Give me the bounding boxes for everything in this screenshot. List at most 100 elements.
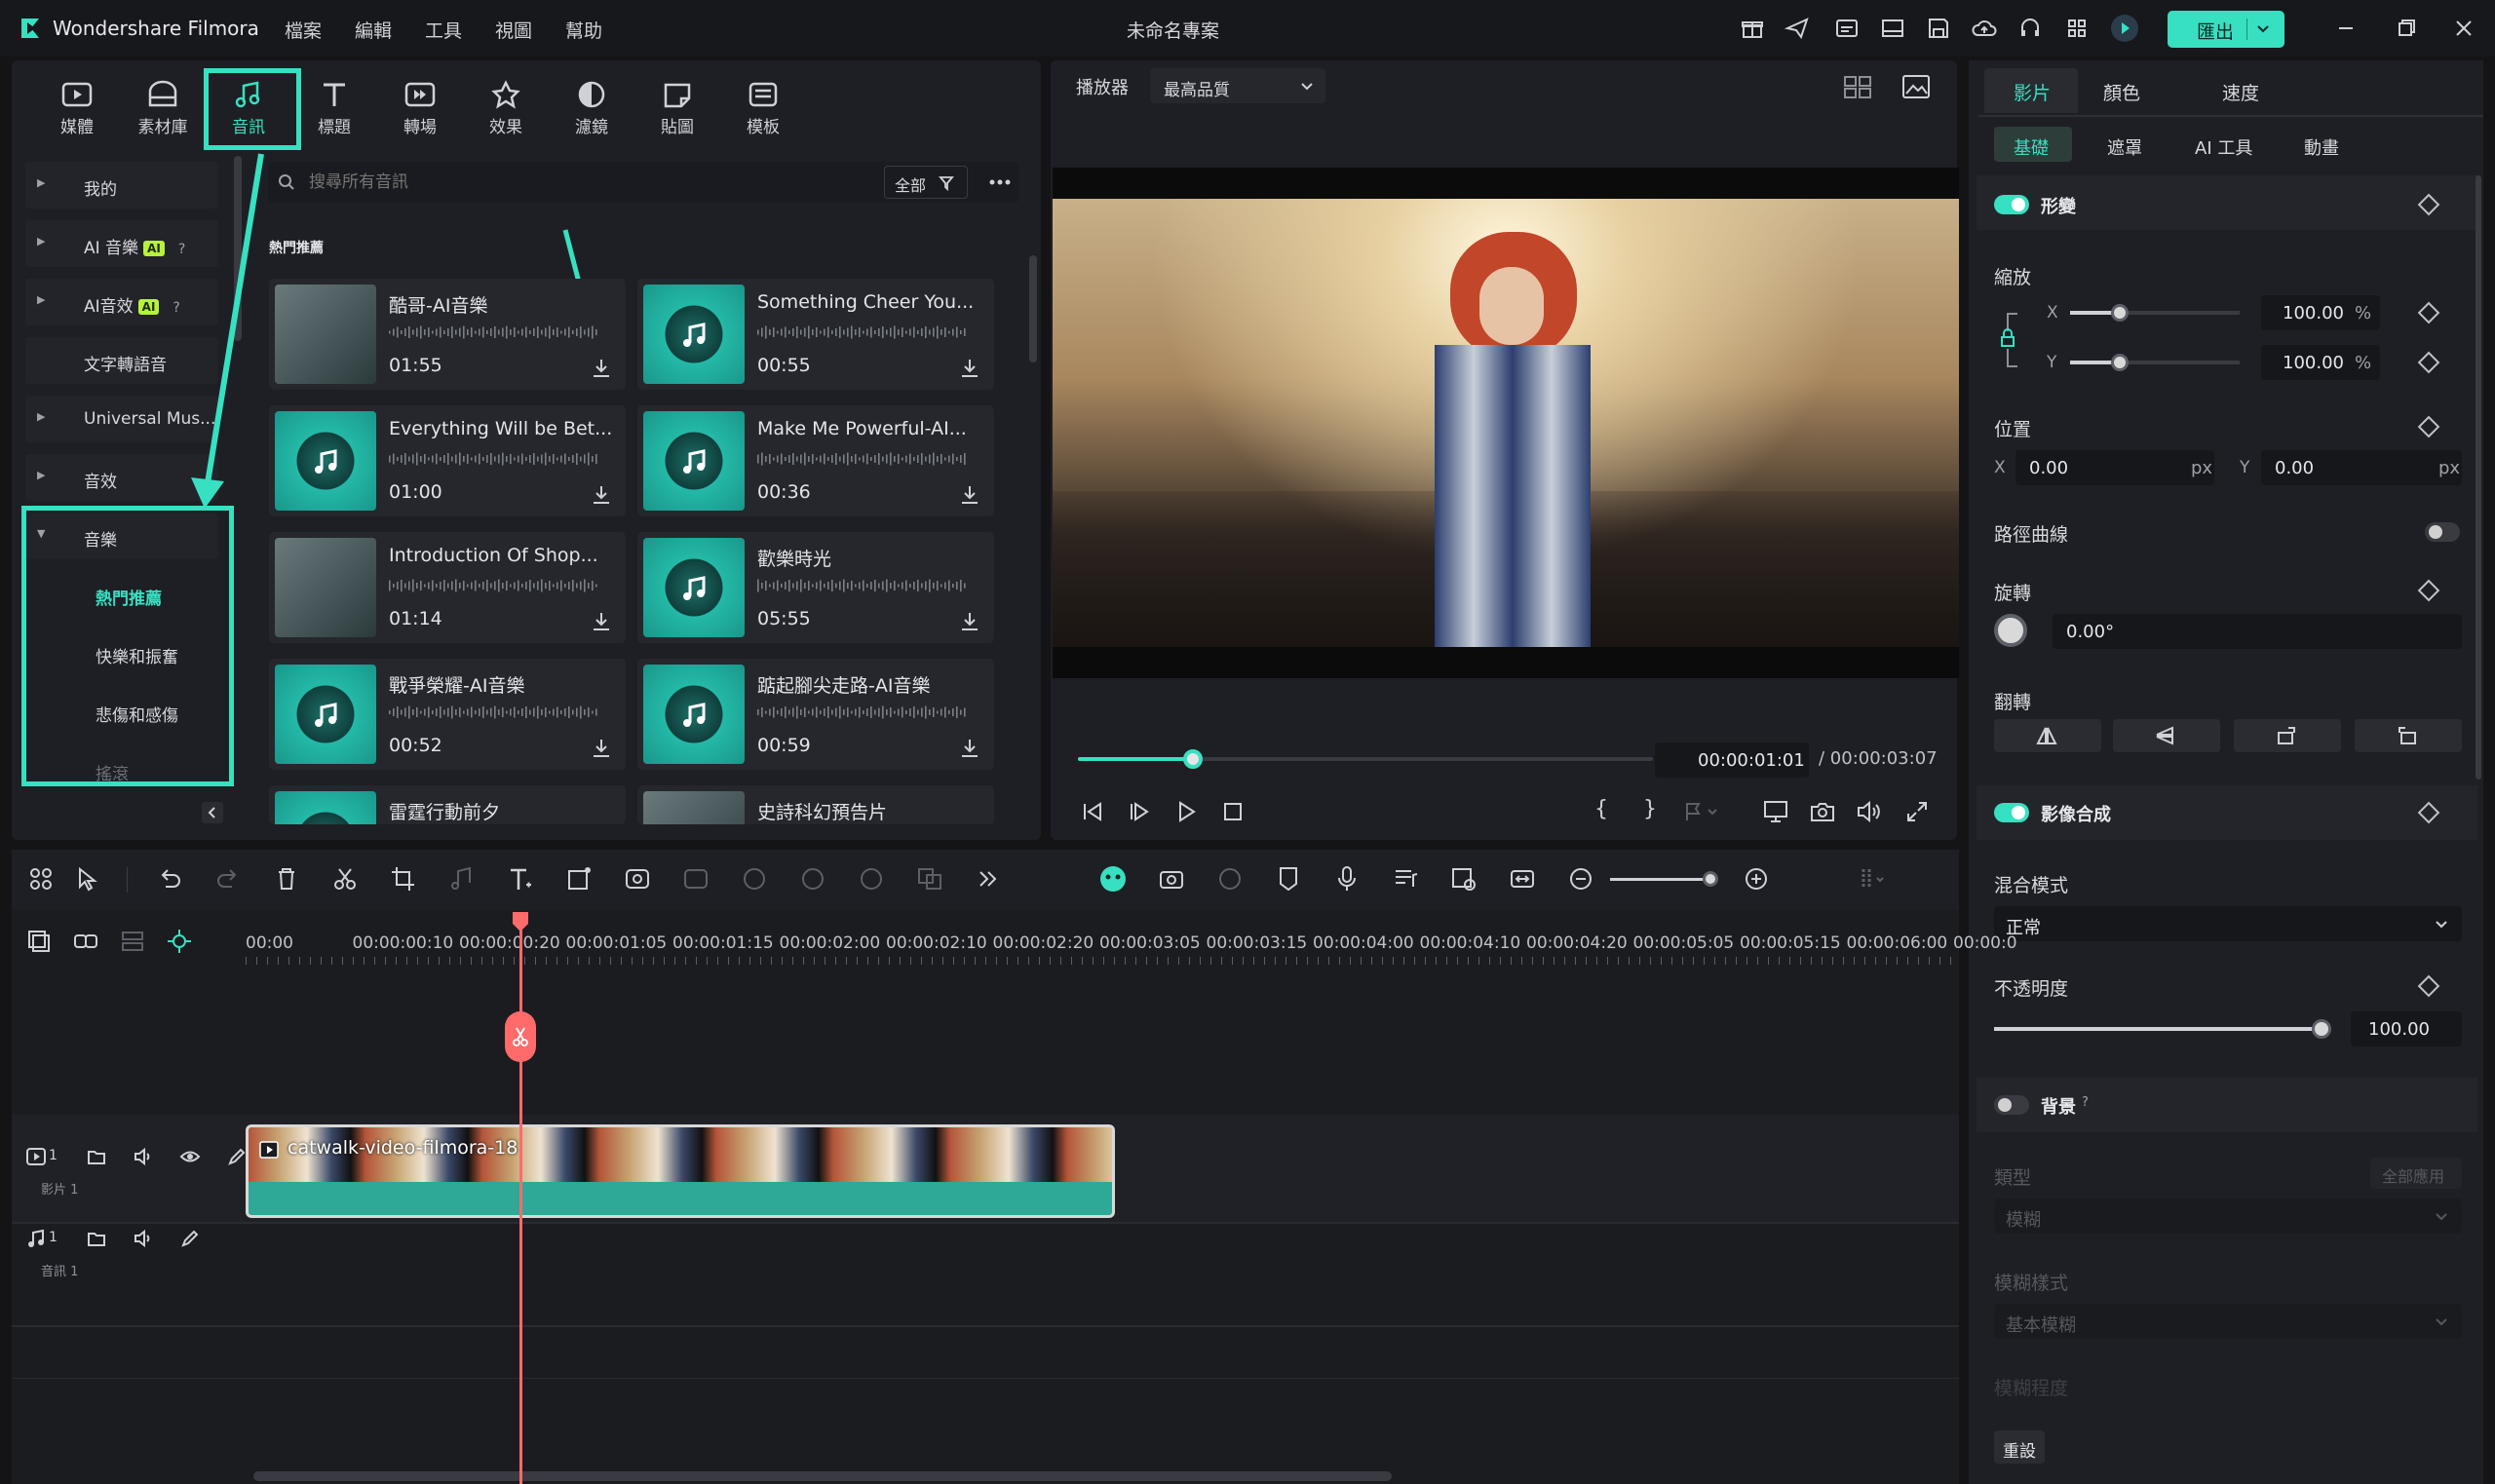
menu-view[interactable]: 視圖 xyxy=(495,17,532,43)
close-icon[interactable] xyxy=(2449,14,2478,43)
menu-file[interactable]: 檔案 xyxy=(285,17,322,43)
eye-icon[interactable] xyxy=(179,1146,201,1167)
opacity-knob[interactable] xyxy=(2312,1019,2331,1039)
previous-frame-icon[interactable] xyxy=(1080,799,1105,824)
playhead-handle-icon[interactable] xyxy=(511,910,530,933)
split-at-playhead-button[interactable] xyxy=(505,1011,536,1062)
chevron-down-icon[interactable] xyxy=(2255,21,2271,37)
flip-vertical-button[interactable] xyxy=(2113,719,2220,752)
export-button[interactable]: 匯出 xyxy=(2168,11,2284,48)
play-icon[interactable] xyxy=(1173,799,1199,824)
avatar[interactable] xyxy=(2110,14,2139,43)
marker-icon[interactable] xyxy=(1273,863,1304,894)
stop-icon[interactable] xyxy=(1220,799,1246,824)
download-icon[interactable] xyxy=(591,357,612,380)
props-tab-color[interactable]: 顏色 xyxy=(2103,79,2140,105)
crop-icon[interactable] xyxy=(388,863,419,894)
scissors-icon[interactable] xyxy=(329,863,361,894)
smart-cutout-icon[interactable] xyxy=(1156,863,1187,894)
tab-stock[interactable]: 素材庫 xyxy=(121,68,205,150)
text-to-speech-icon[interactable] xyxy=(680,863,711,894)
grid-scrollbar[interactable] xyxy=(1029,255,1037,362)
ai-copilot-icon[interactable] xyxy=(1097,863,1129,894)
link-icon[interactable] xyxy=(72,928,99,955)
subtab-mask[interactable]: 遮罩 xyxy=(2107,134,2142,160)
collapse-sidebar-icon[interactable] xyxy=(201,801,224,824)
current-time-field[interactable]: 00:00:01:01 xyxy=(1655,742,1809,778)
filter-dropdown[interactable]: 全部 xyxy=(884,166,968,199)
scale-y-input[interactable]: 100.00% xyxy=(2261,345,2380,380)
track-card[interactable]: 戰爭榮耀-AI音樂 00:52 xyxy=(269,659,626,770)
opacity-input[interactable]: 100.00 xyxy=(2351,1011,2462,1046)
shape-icon[interactable] xyxy=(563,863,595,894)
zoom-out-icon[interactable] xyxy=(1565,863,1596,894)
magnet-snap-icon[interactable] xyxy=(166,928,193,955)
transform-toggle[interactable] xyxy=(1994,195,2029,214)
redo-icon[interactable] xyxy=(212,863,244,894)
track-card[interactable]: Introduction Of Shop... 01:14 xyxy=(269,532,626,643)
track-card[interactable]: Everything Will be Bet... 01:00 xyxy=(269,405,626,516)
tab-titles[interactable]: 標題 xyxy=(292,68,376,150)
tab-effects[interactable]: 效果 xyxy=(464,68,548,150)
cloud-upload-icon[interactable] xyxy=(1970,14,1999,43)
track-card[interactable]: Make Me Powerful-AI... 00:36 xyxy=(637,405,994,516)
subtab-animation[interactable]: 動畫 xyxy=(2304,134,2339,160)
restore-icon[interactable] xyxy=(2392,14,2421,43)
menu-edit[interactable]: 編輯 xyxy=(355,17,392,43)
playback-knob[interactable] xyxy=(1183,749,1203,769)
background-toggle[interactable] xyxy=(1994,1095,2029,1115)
track-card[interactable]: 踮起腳尖走路-AI音樂 00:59 xyxy=(637,659,994,770)
audio-search-input[interactable] xyxy=(309,168,699,197)
tab-stickers[interactable]: 貼圖 xyxy=(635,68,719,150)
subtab-ai-tools[interactable]: AI 工具 xyxy=(2195,134,2252,160)
download-icon[interactable] xyxy=(959,483,980,507)
more-options-icon[interactable] xyxy=(987,171,1013,193)
camera-icon[interactable] xyxy=(1809,799,1836,824)
audio-detach-icon[interactable] xyxy=(446,863,478,894)
add-text-icon[interactable] xyxy=(505,863,536,894)
scale-y-slider[interactable] xyxy=(2070,354,2240,371)
track-manager-icon[interactable] xyxy=(119,928,146,955)
subtab-basic[interactable]: 基礎 xyxy=(1994,127,2072,162)
volume-icon[interactable] xyxy=(133,1228,154,1249)
video-clip[interactable]: catwalk-video-filmora-18 xyxy=(246,1124,1115,1218)
mask-icon[interactable] xyxy=(797,863,828,894)
menu-tools[interactable]: 工具 xyxy=(425,17,462,43)
snapshot-image-icon[interactable] xyxy=(1900,72,1932,101)
mark-out-icon[interactable]: } xyxy=(1643,797,1657,821)
volume-icon[interactable] xyxy=(133,1146,154,1167)
rotate-left-button[interactable] xyxy=(2234,719,2341,752)
ai-edit-icon[interactable] xyxy=(622,863,653,894)
undo-icon[interactable] xyxy=(154,863,185,894)
scale-y-knob[interactable] xyxy=(2111,354,2129,371)
scale-x-slider[interactable] xyxy=(2070,304,2240,322)
quality-dropdown[interactable]: 最高品質 xyxy=(1150,68,1325,103)
download-icon[interactable] xyxy=(591,737,612,760)
download-icon[interactable] xyxy=(591,483,612,507)
pos-x-input[interactable]: 0.00 px xyxy=(2015,450,2214,485)
layout-grid-icon[interactable] xyxy=(25,863,57,894)
volume-icon[interactable] xyxy=(1856,799,1883,824)
track-card[interactable]: Something Cheer You... 00:55 xyxy=(637,279,994,390)
props-scrollbar[interactable] xyxy=(2476,175,2481,780)
snapshot-icon[interactable] xyxy=(1448,863,1479,894)
download-icon[interactable] xyxy=(959,610,980,633)
minimize-icon[interactable] xyxy=(2331,14,2361,43)
video-preview[interactable] xyxy=(1053,199,1959,657)
add-track-icon[interactable] xyxy=(25,928,53,955)
translate-icon[interactable] xyxy=(914,863,945,894)
marker-menu-icon[interactable] xyxy=(1682,799,1721,824)
microphone-icon[interactable] xyxy=(1331,863,1363,894)
folder-lock-icon[interactable] xyxy=(86,1228,107,1249)
zoom-slider[interactable] xyxy=(1610,871,1718,887)
lock-ratio-icon[interactable] xyxy=(1998,310,2031,370)
download-icon[interactable] xyxy=(591,610,612,633)
bg-type-dropdown[interactable]: 模糊 xyxy=(1994,1199,2462,1234)
zoom-in-icon[interactable] xyxy=(1741,863,1772,894)
track-card[interactable]: 雷霆行動前夕 xyxy=(269,785,626,824)
props-tab-video[interactable]: 影片 xyxy=(1984,68,2078,113)
fullscreen-icon[interactable] xyxy=(1904,799,1930,824)
scale-x-input[interactable]: 100.00% xyxy=(2261,295,2380,330)
tab-transitions[interactable]: 轉場 xyxy=(378,68,462,150)
auto-beat-icon[interactable] xyxy=(1214,863,1246,894)
